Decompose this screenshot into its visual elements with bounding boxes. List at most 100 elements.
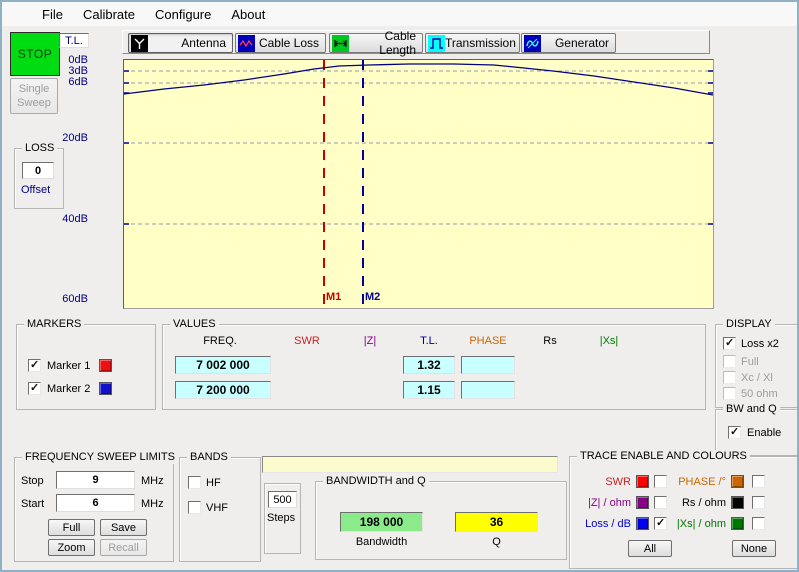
cable-length-button-label: Cable Length bbox=[349, 29, 416, 57]
markers-group: MARKERS Marker 1 Marker 2 bbox=[16, 324, 156, 410]
bwq-group-title: BW and Q bbox=[723, 403, 780, 416]
header-z: |Z| bbox=[338, 335, 402, 347]
marker1-color-swatch[interactable] bbox=[99, 359, 112, 372]
sweep-limits-group: FREQUENCY SWEEP LIMITS Stop 9 MHz Start … bbox=[14, 457, 174, 562]
cable-length-mode-button[interactable]: Cable Length bbox=[329, 33, 423, 53]
fifty-ohm-label: 50 ohm bbox=[741, 388, 778, 401]
full-sweep-button[interactable]: Full bbox=[48, 519, 95, 536]
q-label: Q bbox=[431, 536, 562, 549]
antenna-button-label: Antenna bbox=[148, 36, 226, 50]
scale-6db: 6dB bbox=[56, 76, 88, 88]
trace-z-checkbox[interactable] bbox=[654, 496, 667, 509]
marker2-tl-value: 1.15 bbox=[403, 381, 455, 399]
marker1-phase-value bbox=[461, 356, 515, 374]
steps-input[interactable]: 500 bbox=[268, 491, 297, 508]
trace-xs-swatch[interactable] bbox=[731, 517, 744, 530]
transmission-button-label: Transmission bbox=[445, 36, 516, 50]
trace-group-title: TRACE ENABLE AND COLOURS bbox=[577, 450, 750, 463]
bwq-enable-checkbox[interactable] bbox=[728, 426, 741, 439]
hf-band-label: HF bbox=[206, 477, 221, 490]
start-label: Start bbox=[21, 498, 44, 511]
trace-phase-checkbox[interactable] bbox=[752, 475, 765, 488]
scale-20db: 20dB bbox=[56, 132, 88, 144]
cable-loss-icon bbox=[238, 35, 255, 52]
marker1-freq-value: 7 002 000 bbox=[175, 356, 271, 374]
menu-file[interactable]: File bbox=[32, 4, 73, 25]
marker2-label: Marker 2 bbox=[47, 383, 90, 396]
trace-xs-checkbox[interactable] bbox=[752, 517, 765, 530]
sweep-chart-canvas bbox=[124, 60, 713, 308]
trace-none-button[interactable]: None bbox=[732, 540, 776, 557]
trace-phase-swatch[interactable] bbox=[731, 475, 744, 488]
trace-z-swatch[interactable] bbox=[636, 496, 649, 509]
bandwidth-q-group: BANDWIDTH and Q 198 000 Bandwidth 36 Q bbox=[315, 481, 567, 560]
marker2-phase-value bbox=[461, 381, 515, 399]
loss-x2-checkbox[interactable] bbox=[723, 337, 736, 350]
loss-group-title: LOSS bbox=[22, 142, 57, 155]
marker2-chart-label: M2 bbox=[365, 291, 380, 303]
header-xs: |Xs| bbox=[577, 335, 641, 347]
trace-phase-label: PHASE /° bbox=[669, 476, 726, 489]
trace-swr-checkbox[interactable] bbox=[654, 475, 667, 488]
single-sweep-button: Single Sweep bbox=[10, 78, 58, 114]
menu-about[interactable]: About bbox=[221, 4, 275, 25]
generator-button-label: Generator bbox=[541, 36, 609, 50]
cable-loss-mode-button[interactable]: Cable Loss bbox=[235, 33, 326, 53]
bwq-group: BW and Q Enable bbox=[715, 409, 799, 456]
trace-loss-checkbox[interactable] bbox=[654, 517, 667, 530]
vhf-band-label: VHF bbox=[206, 502, 228, 515]
marker1-chart-label: M1 bbox=[326, 291, 341, 303]
bwq-enable-label: Enable bbox=[747, 427, 781, 440]
marker1-label: Marker 1 bbox=[47, 360, 90, 373]
generator-mode-button[interactable]: Generator bbox=[521, 33, 616, 53]
q-value: 36 bbox=[455, 512, 538, 532]
tl-scale-label: T.L. bbox=[59, 33, 89, 48]
full-display-label: Full bbox=[741, 356, 759, 369]
start-freq-input[interactable]: 6 bbox=[56, 494, 135, 512]
stop-freq-input[interactable]: 9 bbox=[56, 471, 135, 489]
marker2-color-swatch[interactable] bbox=[99, 382, 112, 395]
header-swr: SWR bbox=[275, 335, 339, 347]
xc-xl-checkbox bbox=[723, 371, 736, 384]
marker2-freq-value: 7 200 000 bbox=[175, 381, 271, 399]
zoom-sweep-button[interactable]: Zoom bbox=[48, 539, 95, 556]
header-phase: PHASE bbox=[456, 335, 520, 347]
stop-label: Stop bbox=[21, 475, 44, 488]
transmission-mode-button[interactable]: Transmission bbox=[425, 33, 520, 53]
trace-loss-label: Loss / dB bbox=[574, 518, 631, 531]
trace-rs-checkbox[interactable] bbox=[752, 496, 765, 509]
antenna-mode-button[interactable]: Antenna bbox=[128, 33, 233, 53]
fifty-ohm-checkbox bbox=[723, 387, 736, 400]
scale-60db: 60dB bbox=[56, 293, 88, 305]
trace-all-button[interactable]: All bbox=[628, 540, 672, 557]
loss-offset-input[interactable]: 0 bbox=[22, 162, 54, 179]
steps-label: Steps bbox=[267, 512, 295, 525]
marker2-checkbox[interactable] bbox=[28, 382, 41, 395]
cable-length-icon bbox=[332, 35, 349, 52]
trace-loss-swatch[interactable] bbox=[636, 517, 649, 530]
cable-loss-button-label: Cable Loss bbox=[255, 36, 319, 50]
bands-group: BANDS HF VHF bbox=[179, 457, 261, 562]
scale-40db: 40dB bbox=[56, 213, 88, 225]
menu-configure[interactable]: Configure bbox=[145, 4, 221, 25]
marker1-checkbox[interactable] bbox=[28, 359, 41, 372]
mode-toolbar: Antenna Cable Loss Cable Length Transmis… bbox=[122, 30, 710, 54]
app-window: File Calibrate Configure About STOP Sing… bbox=[0, 0, 799, 572]
sweep-chart[interactable]: M1 M2 bbox=[123, 59, 714, 309]
display-group: DISPLAY Loss x2 Full Xc / Xl 50 ohm bbox=[715, 324, 799, 408]
menu-bar: File Calibrate Configure About bbox=[2, 2, 797, 26]
hf-band-checkbox[interactable] bbox=[188, 476, 201, 489]
generator-icon bbox=[524, 35, 541, 52]
steps-panel: 500 Steps bbox=[264, 483, 301, 554]
menu-calibrate[interactable]: Calibrate bbox=[73, 4, 145, 25]
bands-group-title: BANDS bbox=[187, 451, 231, 464]
recall-sweep-button: Recall bbox=[100, 539, 147, 556]
stop-button[interactable]: STOP bbox=[10, 32, 60, 76]
trace-rs-swatch[interactable] bbox=[731, 496, 744, 509]
save-sweep-button[interactable]: Save bbox=[100, 519, 147, 536]
header-freq: FREQ. bbox=[188, 335, 252, 347]
loss-group: LOSS 0 Offset bbox=[14, 148, 64, 209]
vhf-band-checkbox[interactable] bbox=[188, 501, 201, 514]
trace-rs-label: Rs / ohm bbox=[669, 497, 726, 510]
trace-swr-swatch[interactable] bbox=[636, 475, 649, 488]
